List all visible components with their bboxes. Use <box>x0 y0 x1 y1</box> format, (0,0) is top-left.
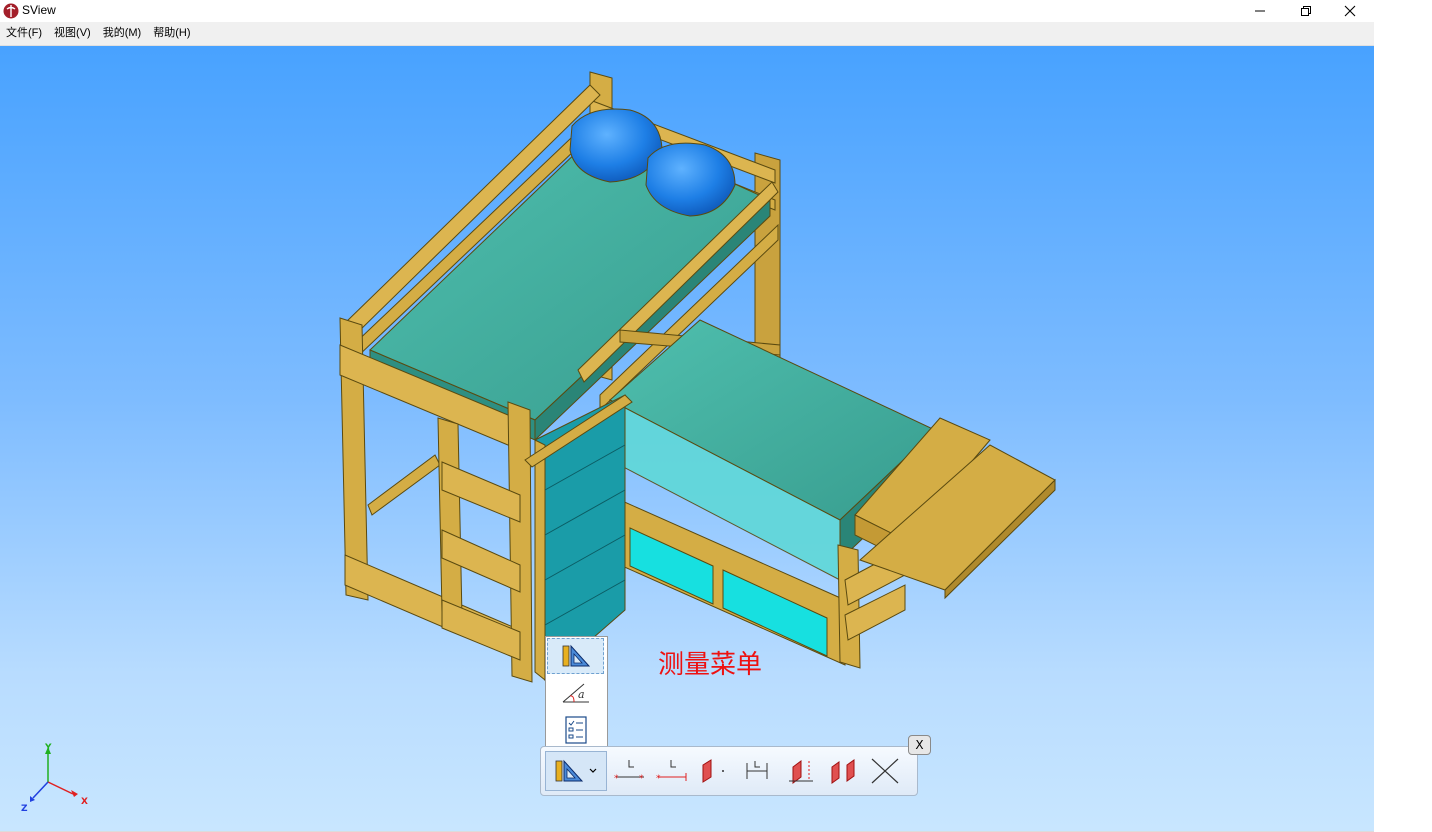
minimize-icon <box>1255 10 1265 12</box>
title-bar: SView <box>0 0 1374 22</box>
dropdown-item-properties[interactable] <box>547 712 604 748</box>
point-to-line-distance-icon: * <box>656 760 687 784</box>
toolbar-close-button[interactable]: X <box>908 735 931 755</box>
bunk-bed-model <box>339 71 1056 683</box>
dropdown-item-angle[interactable]: a <box>547 675 604 711</box>
tool-cross-lines[interactable] <box>867 751 903 791</box>
menu-view[interactable]: 视图(V) <box>48 22 97 45</box>
tool-line-plane-distance[interactable] <box>783 751 819 791</box>
dropdown-item-ruler[interactable] <box>547 638 604 674</box>
tool-point-line-distance[interactable]: * <box>653 751 691 791</box>
desktop-margin <box>1374 0 1432 832</box>
menu-help[interactable]: 帮助(H) <box>147 22 196 45</box>
x-axis-label: X <box>81 797 88 807</box>
svg-text:*: * <box>656 774 661 784</box>
close-icon <box>1344 5 1356 17</box>
menu-file[interactable]: 文件(F) <box>0 22 48 45</box>
minimize-button[interactable] <box>1238 0 1282 22</box>
point-to-plane-distance-icon <box>702 759 724 783</box>
close-button[interactable] <box>1328 0 1372 22</box>
z-axis-label: Z <box>21 804 28 812</box>
svg-text:a: a <box>578 688 585 701</box>
measure-toolbar: * * * <box>540 746 918 796</box>
y-axis-label: Y <box>44 743 52 753</box>
restore-icon <box>1301 6 1311 16</box>
app-logo-icon <box>3 3 19 19</box>
tool-line-line-distance[interactable] <box>739 751 775 791</box>
line-to-plane-distance-icon <box>789 760 813 784</box>
window-title: SView <box>22 3 56 17</box>
cross-line-icon <box>871 758 899 784</box>
tool-point-plane-distance[interactable] <box>695 751 731 791</box>
point-to-point-distance-icon: * * <box>614 760 644 784</box>
tool-plane-plane-distance[interactable] <box>825 751 861 791</box>
property-list-icon <box>564 716 587 744</box>
x-axis-line <box>47 781 74 795</box>
z-axis-line <box>32 781 49 799</box>
restore-button[interactable] <box>1284 0 1328 22</box>
angle-measure-icon: a <box>562 683 589 703</box>
axis-triad: Y X Z <box>21 743 88 812</box>
menu-bar: 文件(F) 视图(V) 我的(M) 帮助(H) <box>0 22 1374 46</box>
3d-viewport[interactable] <box>0 46 1374 831</box>
ruler-triangle-icon <box>562 644 590 667</box>
svg-text:*: * <box>639 774 644 784</box>
menu-mine[interactable]: 我的(M) <box>97 22 148 45</box>
ruler-triangle-icon <box>555 759 584 782</box>
sview-window: SView 文件(F) 视图(V) 我的(M) 帮助(H) 测量菜单 a * *… <box>0 0 1374 832</box>
measure-menu-annotation: 测量菜单 <box>658 650 763 680</box>
measure-mode-button[interactable] <box>545 751 607 791</box>
line-to-line-distance-icon <box>746 761 768 779</box>
chevron-down-icon <box>589 768 597 773</box>
svg-text:*: * <box>614 774 619 784</box>
tool-point-point-distance[interactable]: * * <box>611 751 649 791</box>
plane-to-plane-distance-icon <box>831 759 855 784</box>
measure-dropdown: a <box>545 636 608 751</box>
